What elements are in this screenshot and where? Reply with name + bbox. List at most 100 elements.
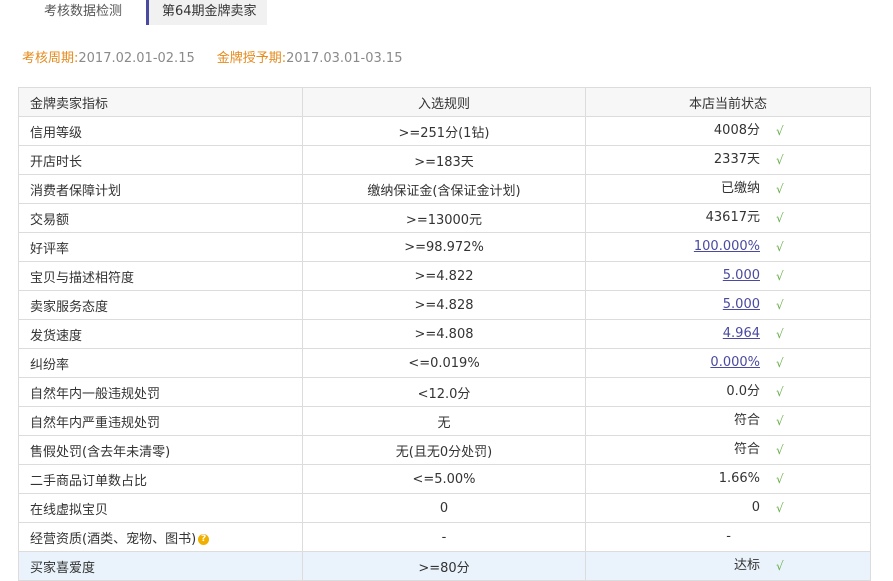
status-cell: 符合 √: [585, 435, 871, 465]
check-icon: √: [776, 414, 784, 428]
indicator-label: 发货速度: [30, 328, 83, 344]
rule-cell: 0: [302, 493, 586, 523]
rule-cell: 缴纳保证金(含保证金计划): [302, 174, 586, 204]
check-icon: √: [776, 443, 784, 457]
rule-cell: 无(且无0分处罚): [302, 435, 586, 465]
indicator-cell: 开店时长: [18, 145, 303, 175]
header-indicator: 金牌卖家指标: [18, 87, 303, 117]
indicator-cell: 在线虚拟宝贝: [18, 493, 303, 523]
table-row: 信用等级 >=251分(1钻) 4008分 √: [18, 116, 871, 146]
status-value: 4008分: [713, 123, 760, 138]
indicator-label: 经营资质(酒类、宠物、图书): [30, 531, 197, 547]
indicator-cell: 经营资质(酒类、宠物、图书)?: [18, 522, 303, 552]
rule-cell: >=251分(1钻): [302, 116, 586, 146]
indicator-label: 好评率: [30, 241, 70, 257]
indicator-label: 自然年内严重违规处罚: [30, 415, 161, 431]
indicator-cell: 卖家服务态度: [18, 290, 303, 320]
status-link[interactable]: 0.000%: [710, 349, 760, 377]
status-link[interactable]: 100.000%: [694, 233, 760, 261]
check-icon: √: [776, 356, 784, 370]
status-cell: 1.66% √: [585, 464, 871, 494]
check-icon: √: [776, 327, 784, 341]
table-row: 卖家服务态度 >=4.828 5.000 √: [18, 290, 871, 320]
indicator-cell: 宝贝与描述相符度: [18, 261, 303, 291]
status-link[interactable]: 5.000: [723, 262, 760, 290]
status-value: 43617元: [705, 210, 760, 225]
table-row: 纠纷率 <=0.019% 0.000% √: [18, 348, 871, 378]
check-icon: √: [776, 559, 784, 573]
status-cell: 5.000 √: [585, 290, 871, 320]
rule-cell: <=0.019%: [302, 348, 586, 378]
table-row: 交易额 >=13000元 43617元 √: [18, 203, 871, 233]
table-row: 发货速度 >=4.808 4.964 √: [18, 319, 871, 349]
rule-cell: >=98.972%: [302, 232, 586, 262]
indicator-cell: 二手商品订单数占比: [18, 464, 303, 494]
gold-seller-table: 金牌卖家指标 入选规则 本店当前状态 信用等级 >=251分(1钻) 4008分 √ 开…: [18, 87, 871, 581]
tab-assessment-data[interactable]: 考核数据检测: [44, 0, 122, 25]
rule-cell: >=80分: [302, 551, 586, 581]
indicator-label: 宝贝与描述相符度: [30, 270, 135, 286]
status-cell: 100.000% √: [585, 232, 871, 262]
indicator-cell: 售假处罚(含去年未清零): [18, 435, 303, 465]
status-value: 1.66%: [718, 471, 760, 486]
indicator-label: 买家喜爱度: [30, 560, 96, 576]
status-cell: 4.964 √: [585, 319, 871, 349]
indicator-cell: 自然年内一般违规处罚: [18, 377, 303, 407]
indicator-label: 纠纷率: [30, 357, 70, 373]
check-icon: √: [776, 240, 784, 254]
status-value: 达标: [733, 558, 760, 573]
table-row: 经营资质(酒类、宠物、图书)? - -: [18, 522, 871, 552]
table-header-row: 金牌卖家指标 入选规则 本店当前状态: [18, 87, 871, 117]
rule-cell: 无: [302, 406, 586, 436]
indicator-label: 自然年内一般违规处罚: [30, 386, 161, 402]
status-link[interactable]: 4.964: [723, 320, 760, 348]
indicator-label: 信用等级: [30, 125, 83, 141]
indicator-cell: 信用等级: [18, 116, 303, 146]
check-icon: √: [776, 124, 784, 138]
status-value: 已缴纳: [720, 181, 760, 196]
status-cell: 0.0分 √: [585, 377, 871, 407]
status-value: 0.0分: [726, 384, 760, 399]
header-status: 本店当前状态: [585, 87, 871, 117]
grant-period-value: 2017.03.01-03.15: [286, 51, 403, 66]
indicator-label: 二手商品订单数占比: [30, 473, 148, 489]
indicator-label: 交易额: [30, 212, 70, 228]
tab-gold-seller[interactable]: 第64期金牌卖家: [146, 0, 267, 25]
status-cell: 4008分 √: [585, 116, 871, 146]
status-cell: 0 √: [585, 493, 871, 523]
table-row: 买家喜爱度 >=80分 达标 √: [18, 551, 871, 581]
rule-cell: >=4.822: [302, 261, 586, 291]
table-row: 售假处罚(含去年未清零) 无(且无0分处罚) 符合 √: [18, 435, 871, 465]
indicator-label: 在线虚拟宝贝: [30, 502, 109, 518]
check-icon: √: [776, 501, 784, 515]
status-value: 2337天: [713, 152, 760, 167]
table-row: 消费者保障计划 缴纳保证金(含保证金计划) 已缴纳 √: [18, 174, 871, 204]
tab-bar: 考核数据检测 第64期金牌卖家: [0, 0, 893, 25]
status-value: 0: [751, 500, 760, 515]
check-icon: √: [776, 472, 784, 486]
indicator-label: 开店时长: [30, 154, 83, 170]
check-icon: √: [776, 385, 784, 399]
period-info: 考核周期:2017.02.01-02.15 金牌授予期:2017.03.01-03…: [22, 47, 402, 66]
check-icon: √: [776, 211, 784, 225]
indicator-label: 消费者保障计划: [30, 183, 122, 199]
table-row: 宝贝与描述相符度 >=4.822 5.000 √: [18, 261, 871, 291]
indicator-cell: 消费者保障计划: [18, 174, 303, 204]
status-link[interactable]: 5.000: [723, 291, 760, 319]
status-cell: 43617元 √: [585, 203, 871, 233]
grant-period-label: 金牌授予期:: [216, 51, 287, 66]
assess-period-label: 考核周期:: [22, 51, 79, 66]
rule-cell: -: [302, 522, 586, 552]
help-icon[interactable]: ?: [198, 533, 210, 545]
status-cell: -: [585, 522, 871, 552]
status-cell: 符合 √: [585, 406, 871, 436]
status-cell: 5.000 √: [585, 261, 871, 291]
status-cell: 0.000% √: [585, 348, 871, 378]
indicator-cell: 买家喜爱度: [18, 551, 303, 581]
indicator-cell: 发货速度: [18, 319, 303, 349]
rule-cell: >=13000元: [302, 203, 586, 233]
indicator-label: 售假处罚(含去年未清零): [30, 444, 171, 460]
table-row: 自然年内一般违规处罚 <12.0分 0.0分 √: [18, 377, 871, 407]
indicator-cell: 自然年内严重违规处罚: [18, 406, 303, 436]
header-rule: 入选规则: [302, 87, 586, 117]
